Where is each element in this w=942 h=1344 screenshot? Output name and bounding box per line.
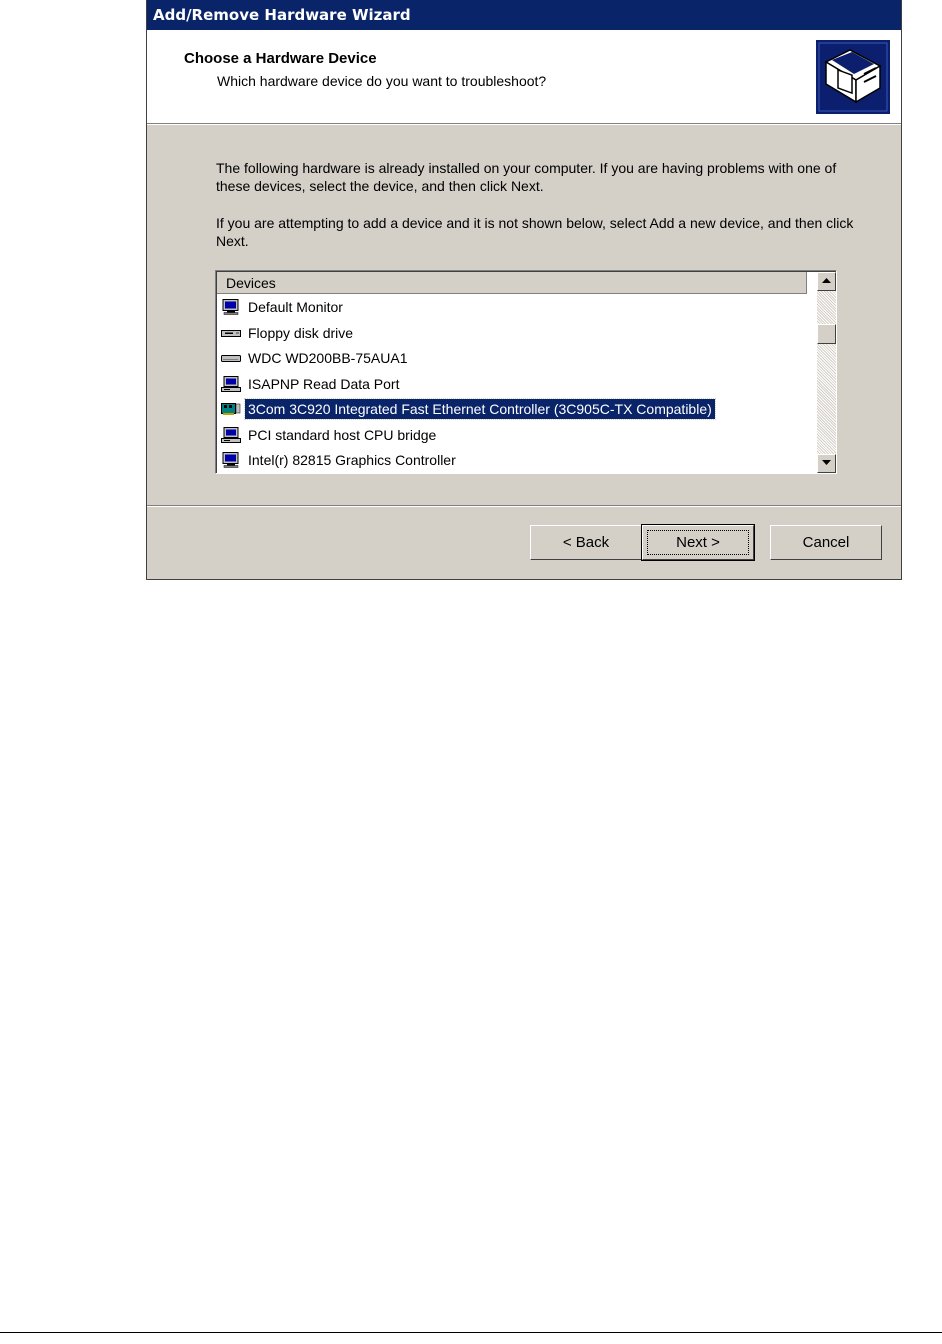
- list-item[interactable]: 3Com 3C920 Integrated Fast Ethernet Cont…: [217, 397, 807, 423]
- list-item[interactable]: WDC WD200BB-75AUA1: [217, 346, 807, 372]
- list-item-label: ISAPNP Read Data Port: [248, 375, 400, 392]
- window-title[interactable]: Add/Remove Hardware Wizard: [147, 0, 901, 30]
- next-button[interactable]: Next >: [641, 524, 755, 561]
- next-button-label: Next >: [676, 534, 720, 551]
- list-item-label: Default Monitor: [248, 299, 343, 315]
- list-item-label: 3Com 3C920 Integrated Fast Ethernet Cont…: [244, 398, 716, 420]
- scroll-up-button[interactable]: [817, 272, 836, 291]
- list-item-label: PCI standard host CPU bridge: [248, 426, 437, 443]
- header-separator: [147, 123, 901, 125]
- back-button[interactable]: < Back: [530, 525, 642, 560]
- instructions-text: The following hardware is already instal…: [216, 160, 837, 194]
- scroll-thumb[interactable]: [817, 324, 836, 344]
- arrow-down-icon: [822, 460, 831, 465]
- list-item[interactable]: Intel(r) 82815 Graphics Controller: [217, 448, 807, 473]
- network-card-icon: [221, 401, 241, 417]
- list-item[interactable]: PCI standard host CPU bridge: [217, 423, 807, 449]
- wizard-dialog: Add/Remove Hardware Wizard Choose a Hard…: [146, 0, 902, 580]
- list-item[interactable]: ISAPNP Read Data Port: [217, 372, 807, 398]
- wizard-header: Choose a Hardware Device Which hardware …: [147, 30, 901, 123]
- monitor-icon: [221, 299, 241, 315]
- computer-icon: [221, 426, 241, 443]
- back-button-label: < Back: [562, 534, 610, 551]
- list-item[interactable]: Default Monitor: [217, 295, 807, 321]
- hard-disk-icon: [221, 350, 241, 366]
- page-subtitle: Which hardware device do you want to tro…: [217, 73, 547, 89]
- list-item[interactable]: Floppy disk drive: [217, 321, 807, 347]
- arrow-up-icon: [822, 278, 831, 283]
- devices-list[interactable]: Devices Default Monitor Floppy disk drive…: [215, 270, 837, 474]
- page-title: Choose a Hardware Device: [184, 50, 377, 67]
- list-item-label: WDC WD200BB-75AUA1: [248, 350, 408, 366]
- page-rule: [0, 1332, 942, 1333]
- floppy-drive-icon: [221, 325, 241, 341]
- footer-separator: [147, 505, 901, 507]
- hardware-wizard-icon: [816, 40, 890, 114]
- scroll-down-button[interactable]: [817, 454, 836, 473]
- list-item-label: Floppy disk drive: [248, 324, 354, 341]
- devices-rows: Default Monitor Floppy disk drive WDC WD20…: [217, 295, 807, 473]
- list-item-label: Intel(r) 82815 Graphics Controller: [248, 452, 456, 468]
- cancel-button-label: Cancel: [802, 534, 850, 551]
- add-device-text: If you are attempting to add a device an…: [216, 215, 854, 249]
- cancel-button[interactable]: Cancel: [770, 525, 882, 560]
- computer-icon: [221, 375, 241, 392]
- monitor-icon: [221, 452, 241, 468]
- vertical-scrollbar[interactable]: [817, 272, 836, 473]
- devices-column-header[interactable]: Devices: [217, 272, 807, 294]
